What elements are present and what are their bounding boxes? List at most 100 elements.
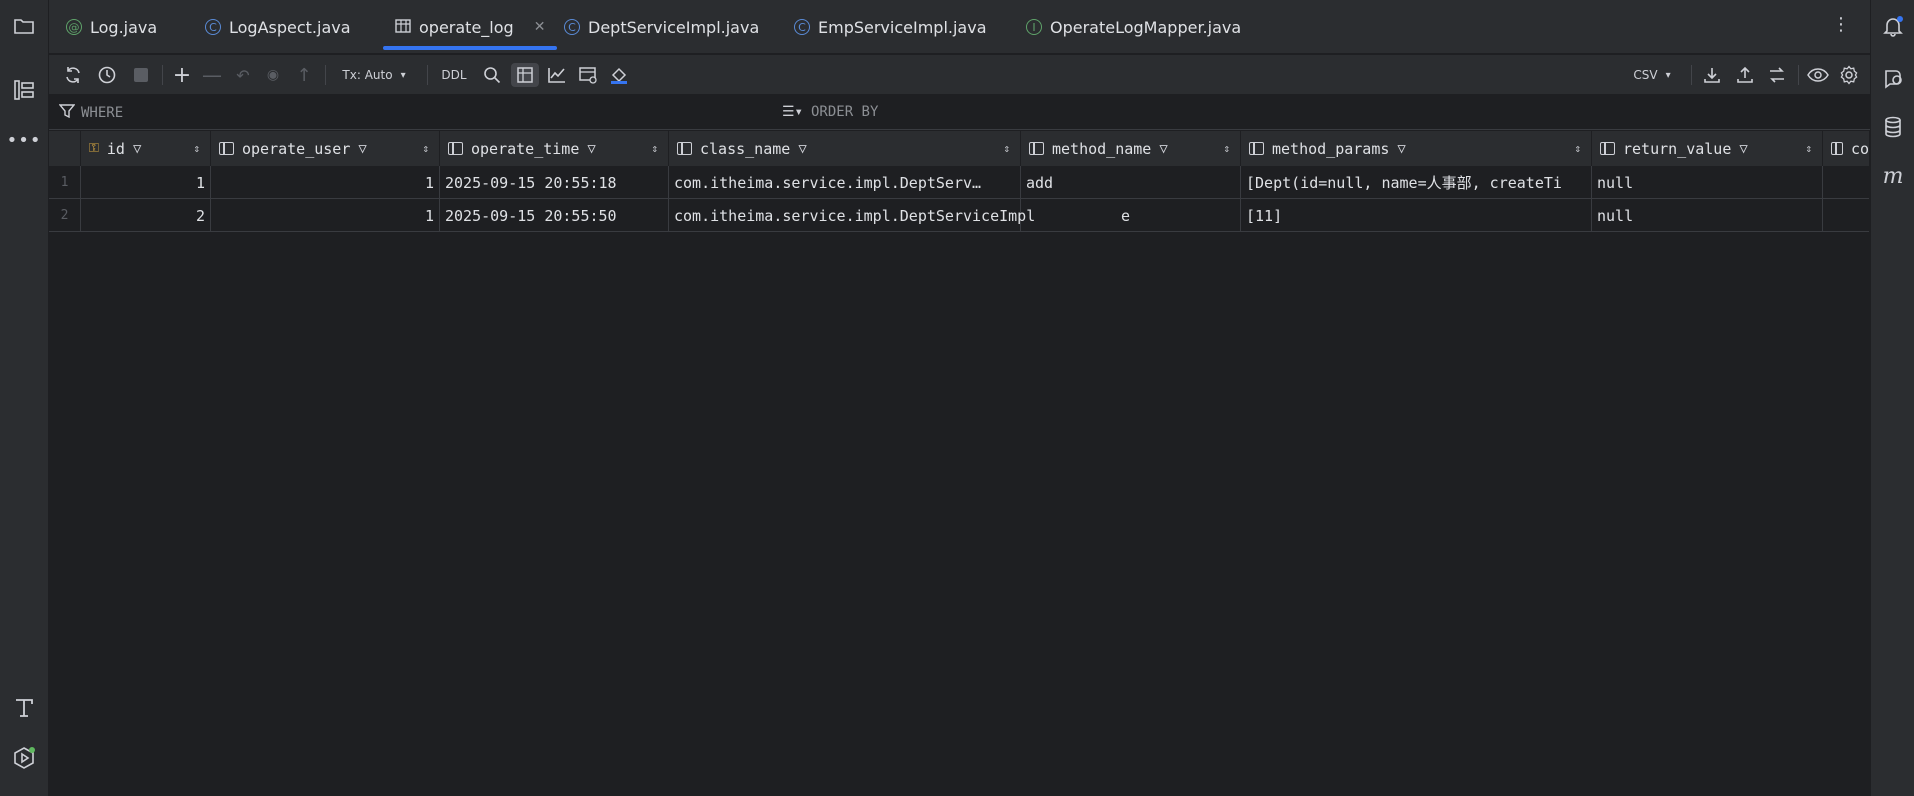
notifications-bell-icon[interactable] <box>1881 14 1905 38</box>
add-row-icon[interactable]: + <box>170 63 194 88</box>
record-view-icon[interactable] <box>576 63 600 87</box>
tab-operatelogmapper-java[interactable]: I OperateLogMapper.java <box>1026 0 1241 54</box>
preview-changes-icon[interactable]: ◉ <box>261 63 285 87</box>
primary-key-icon: ⚿ <box>89 141 99 156</box>
ai-assistant-icon[interactable] <box>1881 66 1905 90</box>
cell-class-name[interactable]: com.itheima.service.impl.DeptServiceImpl <box>669 199 1035 232</box>
tab-deptserviceimpl-java[interactable]: C DeptServiceImpl.java <box>564 0 759 54</box>
filter-icon[interactable]: ▽ <box>1739 141 1747 157</box>
column-name: operate_user <box>242 139 351 158</box>
export-format-select[interactable]: CSV ▾ <box>1622 63 1682 87</box>
cell-return-value[interactable]: null <box>1592 199 1823 232</box>
column-header-return-value[interactable]: return_value ▽ ⇕ <box>1592 131 1823 166</box>
column-header-operate-time[interactable]: operate_time ▽ ⇕ <box>440 131 669 166</box>
order-by-input[interactable]: ☰▾ ORDER BY <box>782 104 878 120</box>
cell-co[interactable] <box>1823 166 1869 199</box>
column-icon <box>1600 142 1615 155</box>
column-header-method-name[interactable]: method_name ▽ ⇕ <box>1021 131 1241 166</box>
ddl-button[interactable]: DDL <box>436 63 472 87</box>
column-icon <box>1029 142 1044 155</box>
column-name: method_params <box>1272 139 1390 158</box>
stop-icon[interactable] <box>129 63 153 87</box>
color-fill-icon[interactable] <box>607 63 631 87</box>
column-header-class-name[interactable]: class_name ▽ ⇕ <box>669 131 1021 166</box>
search-icon[interactable] <box>480 63 504 87</box>
submit-icon[interactable]: ↑ <box>292 63 316 87</box>
table-view-icon[interactable] <box>511 63 539 87</box>
where-label: WHERE <box>81 105 124 121</box>
history-clock-icon[interactable] <box>95 63 119 87</box>
tab-label: EmpServiceImpl.java <box>818 17 987 37</box>
cell-id[interactable]: 2 <box>81 199 211 232</box>
table-row[interactable]: 2 2 1 2025-09-15 20:55:50 com.itheima.se… <box>49 199 1869 232</box>
tab-log-java[interactable]: @ Log.java <box>66 0 157 54</box>
text-tool-icon[interactable] <box>12 696 36 720</box>
toolbar-separator <box>162 65 163 85</box>
tab-label: DeptServiceImpl.java <box>588 17 760 37</box>
chevron-down-icon: ▾ <box>400 69 406 81</box>
eye-icon[interactable] <box>1806 63 1830 87</box>
sort-icon[interactable]: ⇕ <box>1003 142 1010 155</box>
sort-icon[interactable]: ⇕ <box>193 142 200 155</box>
transaction-mode-select[interactable]: Tx: Auto ▾ <box>334 63 414 87</box>
toolbar-separator <box>325 65 326 85</box>
upload-icon[interactable] <box>1733 63 1757 87</box>
column-name: operate_time <box>471 139 580 158</box>
filter-icon[interactable]: ▽ <box>798 141 806 157</box>
revert-icon[interactable]: ↶ <box>231 63 255 87</box>
column-header-co[interactable]: co <box>1823 131 1869 166</box>
delete-row-icon[interactable]: — <box>200 63 224 87</box>
toolbar-separator <box>1691 65 1692 85</box>
project-folder-icon[interactable] <box>12 14 36 38</box>
maven-icon[interactable]: m <box>1881 164 1905 189</box>
column-header-method-params[interactable]: method_params ▽ ⇕ <box>1241 131 1592 166</box>
row-number: 1 <box>49 166 81 199</box>
cell-method-params[interactable]: [11] <box>1241 199 1592 232</box>
cell-method-name[interactable]: e <box>1021 199 1241 232</box>
where-filter-input[interactable]: WHERE <box>58 104 124 122</box>
cell-operate-time[interactable]: 2025-09-15 20:55:18 <box>440 166 669 199</box>
toolbar-separator <box>1798 65 1799 85</box>
more-tools-icon[interactable]: ••• <box>7 128 41 152</box>
cell-id[interactable]: 1 <box>81 166 211 199</box>
editor-tab-bar: @ Log.java C LogAspect.java operate_log … <box>49 0 1870 54</box>
column-header-operate-user[interactable]: operate_user ▽ ⇕ <box>211 131 440 166</box>
close-tab-icon[interactable]: ✕ <box>534 19 546 35</box>
services-icon[interactable] <box>12 746 36 770</box>
filter-icon[interactable]: ▽ <box>133 141 141 157</box>
filter-icon[interactable]: ▽ <box>1159 141 1167 157</box>
column-icon <box>219 142 234 155</box>
column-header-id[interactable]: ⚿ id ▽ ⇕ <box>81 131 211 166</box>
cell-method-params[interactable]: [Dept(id=null, name=人事部, createTi <box>1241 166 1592 199</box>
filter-icon[interactable]: ▽ <box>1397 141 1405 157</box>
gear-icon[interactable] <box>1837 63 1861 87</box>
cell-return-value[interactable]: null <box>1592 166 1823 199</box>
cell-method-name[interactable]: add <box>1021 166 1241 199</box>
filter-icon[interactable]: ▽ <box>587 141 595 157</box>
more-tabs-icon[interactable]: ⋮ <box>1832 14 1850 35</box>
download-icon[interactable] <box>1700 63 1724 87</box>
sort-icon[interactable]: ⇕ <box>422 142 429 155</box>
refresh-icon[interactable] <box>61 63 85 87</box>
toolbar-separator <box>427 65 428 85</box>
cell-class-name[interactable]: com.itheima.service.impl.DeptServ… <box>669 166 1021 199</box>
cell-operate-time[interactable]: 2025-09-15 20:55:50 <box>440 199 669 232</box>
sort-icon[interactable]: ⇕ <box>1574 142 1581 155</box>
sort-icon[interactable]: ⇕ <box>651 142 658 155</box>
table-row[interactable]: 1 1 1 2025-09-15 20:55:18 com.itheima.se… <box>49 166 1869 199</box>
right-tool-bar: m <box>1870 0 1914 796</box>
chart-icon[interactable] <box>545 63 569 87</box>
tab-operate-log[interactable]: operate_log ✕ <box>382 0 558 54</box>
tab-logaspect-java[interactable]: C LogAspect.java <box>205 0 351 54</box>
compare-icon[interactable] <box>1765 63 1789 87</box>
cell-operate-user[interactable]: 1 <box>211 166 440 199</box>
structure-icon[interactable] <box>12 78 36 102</box>
database-icon[interactable] <box>1881 115 1905 139</box>
filter-icon[interactable]: ▽ <box>358 141 366 157</box>
sort-icon[interactable]: ⇕ <box>1805 142 1812 155</box>
tab-empserviceimpl-java[interactable]: C EmpServiceImpl.java <box>794 0 987 54</box>
cell-operate-user[interactable]: 1 <box>211 199 440 232</box>
cell-co[interactable] <box>1823 199 1869 232</box>
sort-icon[interactable]: ⇕ <box>1223 142 1230 155</box>
tab-label: operate_log <box>419 17 514 37</box>
